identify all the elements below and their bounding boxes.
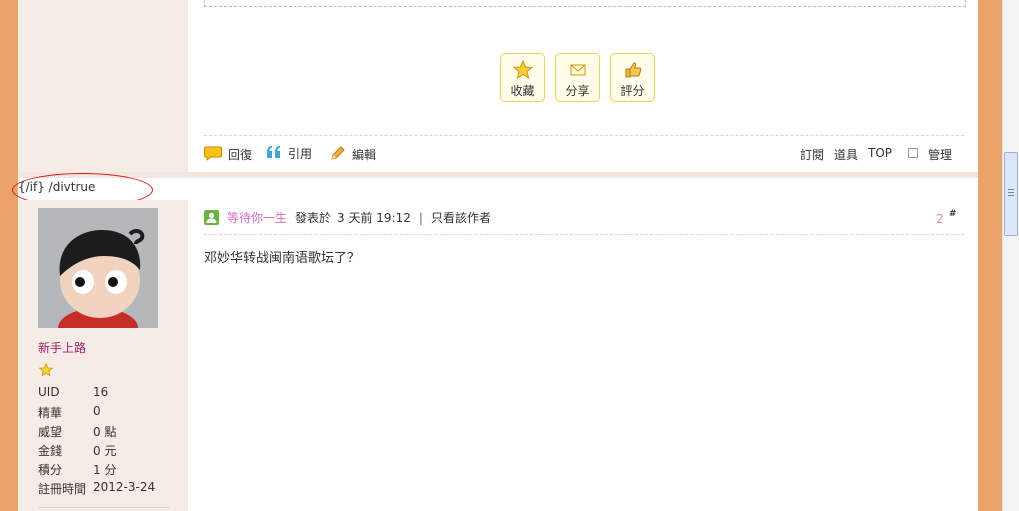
post2-meta: 等待你一生 發表於 3 天前 19:12 | 只看該作者 <box>204 209 491 226</box>
stat-value: 1 分 <box>93 463 117 477</box>
page-frame-left <box>0 0 18 511</box>
share-label: 分享 <box>565 84 590 98</box>
meta-divider: | <box>418 210 423 225</box>
favorite-label: 收藏 <box>510 84 535 98</box>
share-button[interactable]: 分享 <box>555 53 600 102</box>
rate-button[interactable]: 評分 <box>610 53 655 102</box>
stat-label: 註冊時間 <box>38 482 87 496</box>
stat-label: UID <box>38 385 60 399</box>
edit-button[interactable]: 編輯 <box>330 145 376 164</box>
stat-label: 威望 <box>38 425 63 439</box>
quote-button[interactable]: 引用 <box>266 145 312 162</box>
user-rank: 新手上路 <box>38 341 87 355</box>
stat-value: 16 <box>93 385 109 399</box>
author-name-link[interactable]: 等待你一生 <box>227 209 287 226</box>
stat-label: 積分 <box>38 463 63 477</box>
scrollbar-track[interactable] <box>1002 0 1019 511</box>
page-frame-right <box>978 0 1002 511</box>
post2-separator <box>204 234 964 235</box>
stat-value: 0 點 <box>93 425 117 439</box>
reply-button[interactable]: 回復 <box>204 145 252 164</box>
post2-content: 邓妙华转战闽南语歌坛了？ <box>204 251 361 266</box>
share-mail-icon <box>556 60 599 80</box>
only-author-link[interactable]: 只看該作者 <box>431 209 491 226</box>
posted-prefix: 發表於 <box>295 211 332 225</box>
stat-value: 0 <box>93 404 101 418</box>
floor-number-link[interactable]: 2 <box>936 212 944 226</box>
post1-author-sidebar <box>18 0 188 172</box>
post-divider-band <box>18 172 978 178</box>
online-user-icon <box>204 210 219 225</box>
sidebar-divider <box>38 507 170 508</box>
stat-value: 2012-3-24 <box>93 480 156 494</box>
post1-separator <box>204 135 964 136</box>
stat-label: 金錢 <box>38 444 63 458</box>
star-icon <box>501 59 544 80</box>
rate-label: 評分 <box>620 84 645 98</box>
reply-bubble-icon <box>204 145 222 164</box>
rank-star-icon <box>38 362 54 380</box>
tools-link[interactable]: 道具 <box>834 146 858 163</box>
thumbs-up-icon <box>611 60 654 80</box>
reply-label: 回復 <box>228 148 253 162</box>
post1-content-border <box>204 0 966 7</box>
avatar[interactable] <box>38 208 158 328</box>
top-link[interactable]: TOP <box>868 146 892 160</box>
stat-label: 精華 <box>38 406 63 420</box>
quote-label: 引用 <box>288 147 313 161</box>
subscribe-link[interactable]: 訂閱 <box>800 146 824 163</box>
floor-symbol: # <box>949 209 957 219</box>
edit-label: 編輯 <box>352 148 377 162</box>
favorite-button[interactable]: 收藏 <box>500 53 545 102</box>
manage-label: 管理 <box>928 148 953 162</box>
stat-value: 0 元 <box>93 444 117 458</box>
posted-time: 3 天前 19:12 <box>337 211 411 225</box>
quote-icon <box>266 145 282 162</box>
manage-checkbox[interactable] <box>908 148 918 158</box>
scrollbar-thumb[interactable] <box>1004 152 1018 236</box>
pencil-edit-icon <box>330 145 346 164</box>
